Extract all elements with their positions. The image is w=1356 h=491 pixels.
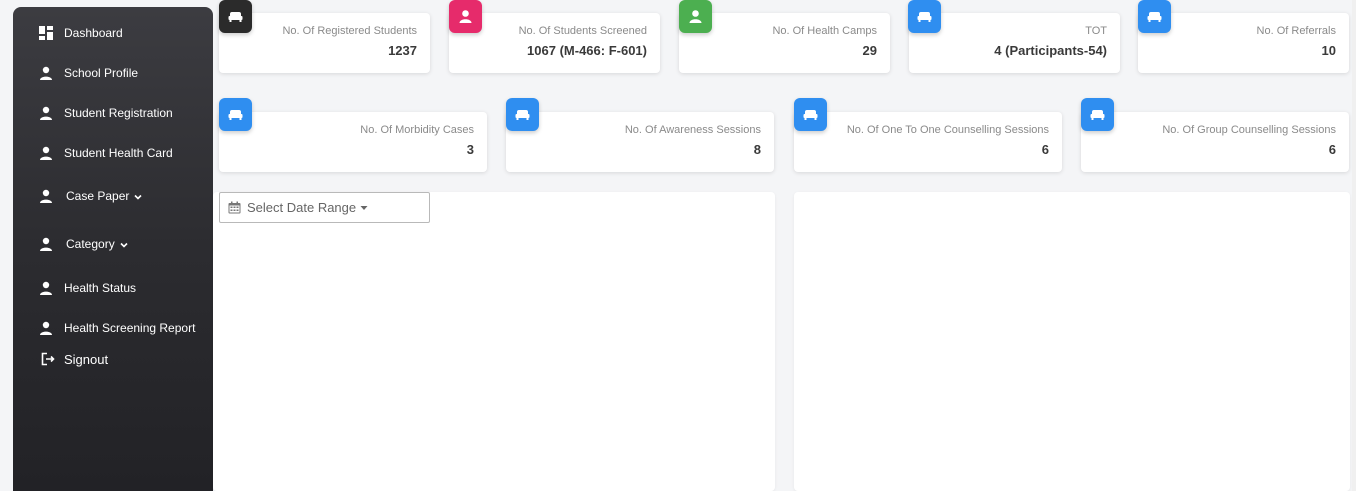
sofa-icon	[1147, 12, 1162, 22]
sidebar-item-signout[interactable]: Signout	[13, 344, 213, 374]
stat-label: No. Of Group Counselling Sessions	[1162, 124, 1336, 136]
sidebar-item-label: Dashboard	[64, 26, 123, 40]
stat-card-morbidity-cases: No. Of Morbidity Cases 3	[219, 112, 487, 172]
sidebar-item-label: Health Screening Report	[64, 321, 196, 335]
sidebar-item-health-status[interactable]: Health Status	[13, 273, 213, 303]
sidebar-item-label: Category	[66, 237, 128, 251]
stat-badge	[908, 0, 941, 33]
stat-value: 3	[466, 142, 474, 157]
user-icon	[40, 281, 52, 295]
stat-badge	[679, 0, 712, 33]
user-icon	[689, 10, 702, 23]
stat-value: 8	[753, 142, 761, 157]
stat-value: 29	[862, 43, 877, 58]
stat-value: 6	[1041, 142, 1049, 157]
stat-label: No. Of Referrals	[1256, 25, 1336, 37]
sidebar-item-label: Health Status	[64, 281, 137, 295]
sidebar-item-health-screening-report[interactable]: Health Screening Report	[13, 313, 213, 343]
stat-badge	[449, 0, 482, 33]
sidebar-item-label: Signout	[64, 351, 109, 367]
stat-card-group-counselling: No. Of Group Counselling Sessions 6	[1081, 112, 1349, 172]
stat-badge	[506, 98, 539, 131]
stat-badge	[219, 0, 252, 33]
sofa-icon	[228, 12, 243, 22]
stat-label: No. Of Health Camps	[772, 25, 877, 37]
caret-down-icon	[360, 205, 368, 210]
sofa-icon	[803, 110, 818, 120]
user-icon	[40, 66, 52, 80]
stat-value: 1237	[388, 43, 417, 58]
user-icon	[40, 146, 52, 160]
sofa-icon	[917, 12, 932, 22]
user-icon	[40, 321, 52, 335]
stat-badge	[219, 98, 252, 131]
sidebar-item-label: School Profile	[64, 66, 139, 80]
stat-label: No. Of Students Screened	[518, 25, 647, 37]
dashboard-icon	[39, 26, 53, 40]
stat-value: 6	[1328, 142, 1336, 157]
chart-panel-left	[213, 192, 775, 491]
date-range-label: Select Date Range	[247, 200, 357, 215]
stat-label: No. Of Morbidity Cases	[360, 124, 474, 136]
chevron-down-icon	[120, 242, 128, 248]
stat-label: TOT	[1085, 25, 1107, 37]
sidebar-item-category[interactable]: Category	[13, 229, 213, 259]
sofa-icon	[1090, 110, 1105, 120]
sofa-icon	[228, 110, 243, 120]
chevron-down-icon	[134, 194, 142, 200]
sidebar-item-school-profile[interactable]: School Profile	[13, 58, 213, 88]
user-icon	[40, 189, 52, 203]
sidebar-item-label: Student Registration	[64, 106, 173, 120]
stat-label: No. Of Registered Students	[282, 25, 417, 37]
page-scrollbar[interactable]	[1352, 0, 1356, 491]
sidebar: Dashboard School Profile Student Registr…	[13, 7, 213, 491]
user-icon	[40, 106, 52, 120]
stat-value: 10	[1321, 43, 1336, 58]
stat-badge	[1138, 0, 1171, 33]
sidebar-item-case-paper[interactable]: Case Paper	[13, 181, 213, 211]
sidebar-item-student-registration[interactable]: Student Registration	[13, 98, 213, 128]
stat-label: No. Of Awareness Sessions	[624, 124, 761, 136]
sofa-icon	[515, 110, 530, 120]
stat-card-one-to-one-counselling: No. Of One To One Counselling Sessions 6	[794, 112, 1062, 172]
chart-panel-right	[794, 192, 1350, 491]
stat-card-awareness-sessions: No. Of Awareness Sessions 8	[506, 112, 774, 172]
stat-value: 1067 (M-466: F-601)	[527, 43, 647, 58]
sidebar-item-student-health-card[interactable]: Student Health Card	[13, 138, 213, 168]
sidebar-item-label: Student Health Card	[64, 146, 173, 160]
date-range-button[interactable]: Select Date Range	[219, 192, 430, 223]
user-icon	[40, 237, 52, 251]
user-icon	[459, 10, 472, 23]
sidebar-item-dashboard[interactable]: Dashboard	[13, 18, 213, 48]
sidebar-item-label: Case Paper	[66, 189, 142, 203]
stat-badge	[1081, 98, 1114, 131]
signout-icon	[41, 352, 55, 366]
stat-label: No. Of One To One Counselling Sessions	[846, 124, 1049, 136]
calendar-icon	[228, 201, 241, 214]
stat-value: 4 (Participants-54)	[994, 43, 1107, 58]
stat-badge	[794, 98, 827, 131]
